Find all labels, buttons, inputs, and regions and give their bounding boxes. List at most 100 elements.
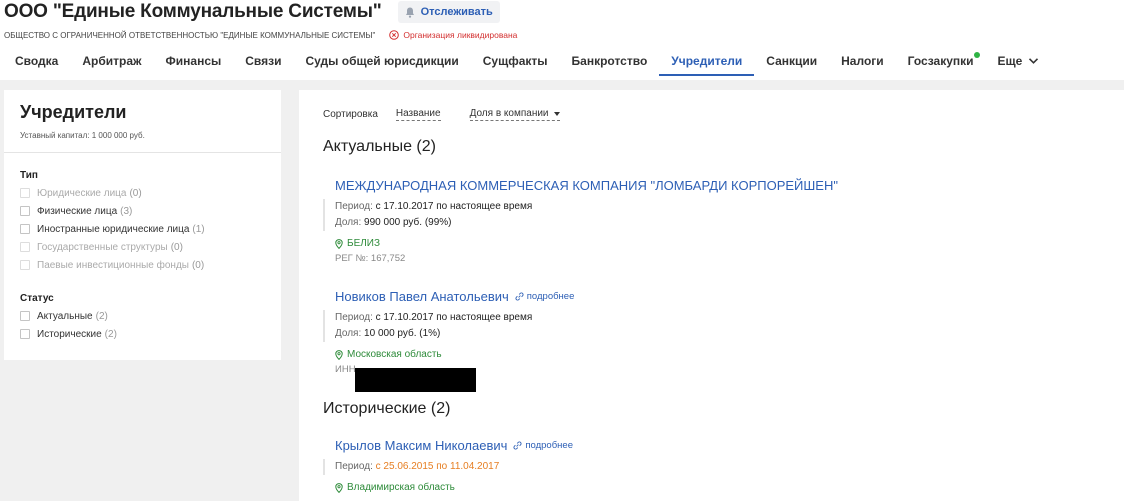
founder-period: Период: с 25.06.2015 по 11.04.2017 (335, 459, 573, 475)
sort-by-share-label: Доля в компании (469, 108, 549, 119)
filter-label: Юридические лица (37, 187, 127, 199)
tab-label: Связи (245, 54, 282, 68)
notification-dot (973, 52, 980, 58)
actual-heading: Актуальные (2) (323, 138, 436, 155)
founder-name-link[interactable]: Новиков Павел Анатольевич (335, 289, 509, 304)
sort-controls: Сортировка Название Доля в компании (323, 108, 560, 121)
filter-state-structures[interactable]: Государственные структуры (0) (20, 241, 205, 253)
status-filter-title: Статус (20, 293, 54, 304)
filter-count: (0) (191, 259, 205, 271)
checkbox[interactable] (20, 224, 30, 234)
checkbox[interactable] (20, 242, 30, 252)
tab-bar: Сводка Арбитраж Финансы Связи Суды общей… (0, 46, 1051, 76)
filter-label: Физические лица (37, 205, 118, 217)
founder-card: Крылов Максим Николаевич подробнее Перио… (323, 438, 573, 493)
tab-more[interactable]: Еще (986, 46, 1052, 76)
tab-label: Учредители (671, 54, 743, 68)
tab-label: Госзакупки (907, 54, 974, 68)
share-value: 990 000 руб. (99%) (364, 217, 452, 228)
filter-foreign-legal-entities[interactable]: Иностранные юридические лица (1) (20, 223, 205, 235)
more-details-link[interactable]: подробнее (515, 291, 575, 302)
more-details-label: подробнее (525, 440, 573, 451)
founder-reg-number: РЕГ №: 167,752 (335, 253, 406, 264)
filter-count: (0) (170, 241, 183, 253)
founder-name-link[interactable]: МЕЖДУНАРОДНАЯ КОММЕРЧЕСКАЯ КОМПАНИЯ "ЛОМ… (335, 178, 838, 193)
bell-icon (405, 7, 414, 18)
map-pin-icon (335, 349, 343, 360)
filter-individuals[interactable]: Физические лица (3) (20, 205, 205, 217)
checkbox[interactable] (20, 311, 30, 321)
more-details-link[interactable]: подробнее (513, 440, 573, 451)
founder-details: Период: с 25.06.2015 по 11.04.2017 (323, 459, 573, 475)
company-header: ООО "Единые Коммунальные Системы" Отслеж… (0, 0, 1124, 88)
period-label: Период: (335, 201, 373, 212)
share-label: Доля: (335, 328, 362, 339)
tab-founders[interactable]: Учредители (659, 46, 755, 76)
period-label: Период: (335, 312, 373, 323)
checkbox[interactable] (20, 329, 30, 339)
type-filter-group: Тип Юридические лица (0) Физические лица… (20, 170, 205, 271)
founder-details: Период: с 17.10.2017 по настоящее время … (323, 310, 574, 342)
tab-connections[interactable]: Связи (233, 46, 293, 76)
sort-by-name[interactable]: Название (395, 108, 441, 121)
founder-name-row: Новиков Павел Анатольевич подробнее (335, 289, 574, 304)
track-button-label: Отслеживать (420, 6, 493, 18)
liquidated-label: Организация ликвидирована (403, 30, 518, 40)
company-full-name: ОБЩЕСТВО С ОГРАНИЧЕННОЙ ОТВЕТСТВЕННОСТЬЮ… (4, 30, 376, 40)
filter-count: (0) (129, 187, 142, 199)
subtitle-row: ОБЩЕСТВО С ОГРАНИЧЕННОЙ ОТВЕТСТВЕННОСТЬЮ… (4, 30, 517, 40)
founders-panel: Сортировка Название Доля в компании Акту… (299, 90, 1124, 501)
share-label: Доля: (335, 217, 362, 228)
checkbox[interactable] (20, 206, 30, 216)
title-row: ООО "Единые Коммунальные Системы" Отслеж… (4, 1, 500, 23)
map-pin-icon (335, 238, 343, 249)
period-value: с 17.10.2017 по настоящее время (375, 312, 533, 323)
caret-down-icon (553, 112, 560, 116)
tab-taxes[interactable]: Налоги (829, 46, 896, 76)
period-label: Период: (335, 461, 373, 472)
filter-label: Государственные структуры (37, 241, 168, 253)
founder-period: Период: с 17.10.2017 по настоящее время (335, 199, 838, 215)
filter-label: Паевые инвестиционные фонды (37, 259, 189, 271)
tab-procurement[interactable]: Госзакупки (896, 46, 986, 76)
founder-card: Новиков Павел Анатольевич подробнее Пери… (323, 289, 574, 375)
founder-name-link[interactable]: Крылов Максим Николаевич (335, 438, 507, 453)
tab-label: Сводка (15, 54, 59, 68)
tab-general-courts[interactable]: Суды общей юрисдикции (294, 46, 471, 76)
tab-sanctions[interactable]: Санкции (754, 46, 829, 76)
filter-historical[interactable]: Исторические (2) (20, 328, 117, 340)
location-label: Московская область (347, 349, 442, 360)
close-circle-icon (389, 30, 400, 40)
founder-location: БЕЛИЗ (323, 238, 838, 249)
founder-location: Московская область (323, 349, 574, 360)
more-details-label: подробнее (526, 291, 575, 302)
sidebar-title: Учредители (20, 102, 127, 122)
founder-name-row: Крылов Максим Николаевич подробнее (335, 438, 573, 453)
filter-actual[interactable]: Актуальные (2) (20, 310, 117, 322)
checkbox[interactable] (20, 260, 30, 270)
sort-by-share[interactable]: Доля в компании (469, 108, 560, 121)
map-pin-icon (335, 482, 343, 493)
status-filter-group: Статус Актуальные (2) Исторические (2) (20, 293, 117, 340)
founder-location: Владимирская область (323, 482, 573, 493)
tab-summary[interactable]: Сводка (0, 46, 70, 76)
redacted-block (355, 368, 476, 392)
tab-arbitration[interactable]: Арбитраж (70, 46, 153, 76)
tab-finance[interactable]: Финансы (154, 46, 234, 76)
share-value: 10 000 руб. (1%) (364, 328, 441, 339)
tab-material-facts[interactable]: Сущфакты (471, 46, 560, 76)
founder-name-row: МЕЖДУНАРОДНАЯ КОММЕРЧЕСКАЯ КОМПАНИЯ "ЛОМ… (335, 178, 838, 193)
tab-label: Суды общей юрисдикции (305, 54, 459, 68)
filter-mutual-funds[interactable]: Паевые инвестиционные фонды (0) (20, 259, 205, 271)
founder-share: Доля: 990 000 руб. (99%) (335, 215, 838, 231)
tab-label: Сущфакты (482, 54, 548, 68)
sort-label: Сортировка (323, 109, 378, 120)
checkbox[interactable] (20, 188, 30, 198)
tab-label: Санкции (766, 54, 818, 68)
filter-legal-entities[interactable]: Юридические лица (0) (20, 187, 205, 199)
track-button[interactable]: Отслеживать (397, 1, 500, 23)
company-title: ООО "Единые Коммунальные Системы" (4, 1, 382, 22)
tab-bankruptcy[interactable]: Банкротство (560, 46, 660, 76)
period-value: с 25.06.2015 по 11.04.2017 (375, 461, 500, 472)
tab-label: Еще (997, 54, 1023, 68)
